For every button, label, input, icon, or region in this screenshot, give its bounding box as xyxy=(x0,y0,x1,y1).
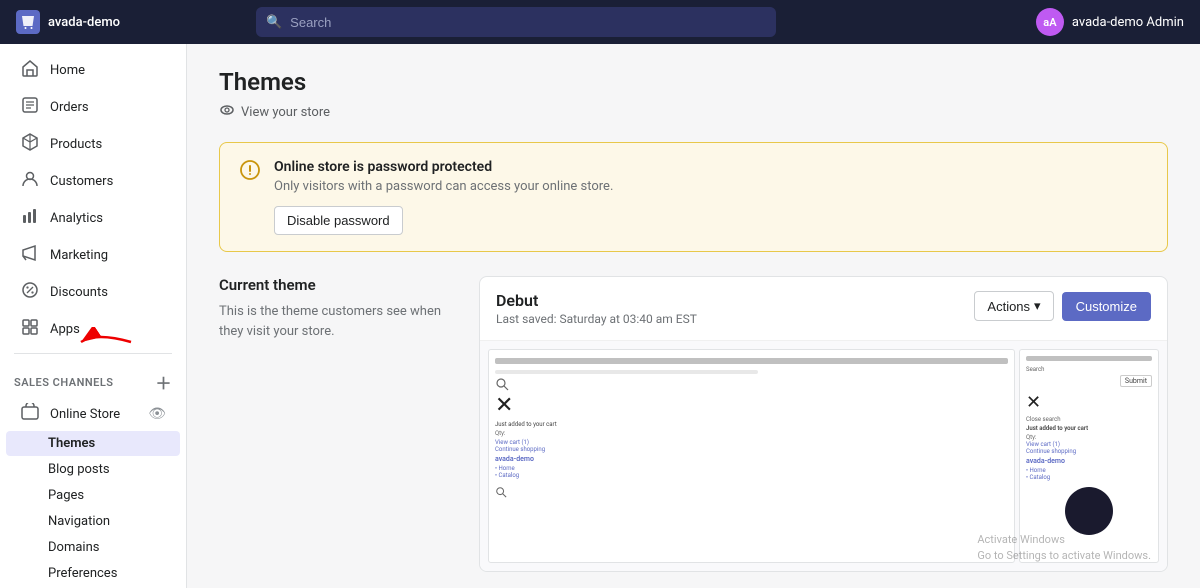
sidebar-subitem-navigation[interactable]: Navigation xyxy=(6,509,180,534)
sales-channels-section: Sales Channels ＋ xyxy=(0,360,186,398)
search-icon-preview2 xyxy=(495,486,507,498)
online-store-label: Online Store xyxy=(50,407,120,422)
theme-preview: ✕ Just added to your cart Qty: View cart… xyxy=(480,341,1167,571)
sidebar-subitem-preferences[interactable]: Preferences xyxy=(6,561,180,586)
sidebar-subitem-pages[interactable]: Pages xyxy=(6,483,180,508)
user-name: avada-demo Admin xyxy=(1072,15,1184,30)
online-store-label-row: Online Store xyxy=(20,403,120,425)
windows-watermark: Activate Windows Go to Settings to activ… xyxy=(977,532,1151,563)
current-theme-info: Current theme This is the theme customer… xyxy=(219,276,479,572)
top-navigation: avada-demo 🔍 aA avada-demo Admin xyxy=(0,0,1200,44)
main-layout: Home Orders Products xyxy=(0,44,1200,588)
sidebar-label-analytics: Analytics xyxy=(50,211,103,226)
analytics-icon xyxy=(20,207,40,229)
page-title: Themes xyxy=(219,68,1168,96)
banner-title: Online store is password protected xyxy=(274,159,613,175)
sidebar: Home Orders Products xyxy=(0,44,187,588)
sidebar-item-online-store[interactable]: Online Store 👁 xyxy=(6,398,180,430)
search-icon: 🔍 xyxy=(266,15,282,30)
sidebar-item-discounts[interactable]: Discounts xyxy=(6,274,180,310)
apps-icon xyxy=(20,318,40,340)
sidebar-divider xyxy=(14,353,172,354)
theme-card: Debut Last saved: Saturday at 03:40 am E… xyxy=(479,276,1168,572)
sidebar-label-discounts: Discounts xyxy=(50,285,108,300)
theme-card-header: Debut Last saved: Saturday at 03:40 am E… xyxy=(480,277,1167,341)
sidebar-subitem-domains[interactable]: Domains xyxy=(6,535,180,560)
close-icon-preview2: ✕ xyxy=(1020,389,1158,416)
subitem-label-domains: Domains xyxy=(48,540,99,555)
banner-content: Online store is password protected Only … xyxy=(274,159,613,235)
sidebar-item-products[interactable]: Products xyxy=(6,126,180,162)
sidebar-label-customers: Customers xyxy=(50,174,113,189)
store-name: avada-demo xyxy=(48,15,120,30)
view-online-store-icon[interactable]: 👁 xyxy=(148,406,166,422)
search-icon-preview xyxy=(495,377,509,391)
sidebar-item-orders[interactable]: Orders xyxy=(6,89,180,125)
current-theme-description: This is the theme customers see when the… xyxy=(219,302,455,341)
marketing-icon xyxy=(20,244,40,266)
store-icon xyxy=(16,10,40,34)
preview-right-panel: Search Submit ✕ Close search Just added … xyxy=(1019,349,1159,563)
brand-link-preview: avada-demo xyxy=(489,453,1014,465)
theme-info: Debut Last saved: Saturday at 03:40 am E… xyxy=(496,291,697,326)
themes-section: Current theme This is the theme customer… xyxy=(219,276,1168,572)
sidebar-label-home: Home xyxy=(50,63,85,78)
subitem-label-pages: Pages xyxy=(48,488,84,503)
sidebar-label-orders: Orders xyxy=(50,100,89,115)
sidebar-subitem-themes[interactable]: Themes xyxy=(6,431,180,456)
home-icon xyxy=(20,59,40,81)
password-banner: Online store is password protected Only … xyxy=(219,142,1168,252)
main-content: Themes View your store Online store is xyxy=(187,44,1200,588)
search-input[interactable] xyxy=(290,15,766,30)
products-icon xyxy=(20,133,40,155)
theme-name: Debut xyxy=(496,291,697,310)
sidebar-item-apps[interactable]: Apps xyxy=(6,311,180,347)
sidebar-label-apps: Apps xyxy=(50,322,80,337)
disable-password-button[interactable]: Disable password xyxy=(274,206,403,235)
orders-icon xyxy=(20,96,40,118)
subitem-label-navigation: Navigation xyxy=(48,514,110,529)
user-badge[interactable]: aA avada-demo Admin xyxy=(1036,8,1184,36)
customers-icon xyxy=(20,170,40,192)
banner-description: Only visitors with a password can access… xyxy=(274,179,613,194)
avatar: aA xyxy=(1036,8,1064,36)
search-bar[interactable]: 🔍 xyxy=(256,7,776,37)
store-badge[interactable]: avada-demo xyxy=(16,10,120,34)
view-store-label: View your store xyxy=(241,105,330,120)
subitem-label-blog-posts: Blog posts xyxy=(48,462,110,477)
add-sales-channel-button[interactable]: ＋ xyxy=(155,370,172,394)
close-icon-preview: ✕ xyxy=(489,391,1014,421)
theme-saved: Last saved: Saturday at 03:40 am EST xyxy=(496,312,697,326)
sidebar-label-products: Products xyxy=(50,137,102,152)
actions-button[interactable]: Actions ▾ xyxy=(974,291,1053,321)
subitem-label-themes: Themes xyxy=(48,436,95,451)
sidebar-item-home[interactable]: Home xyxy=(6,52,180,88)
theme-actions: Actions ▾ Customize xyxy=(974,291,1151,321)
sidebar-item-customers[interactable]: Customers xyxy=(6,163,180,199)
discounts-icon xyxy=(20,281,40,303)
view-store-link[interactable]: View your store xyxy=(219,102,1168,122)
subitem-label-preferences: Preferences xyxy=(48,566,117,581)
preview-left-panel: ✕ Just added to your cart Qty: View cart… xyxy=(488,349,1015,563)
view-store-icon xyxy=(219,102,235,122)
sidebar-item-marketing[interactable]: Marketing xyxy=(6,237,180,273)
chevron-down-icon: ▾ xyxy=(1034,298,1041,314)
sidebar-subitem-blog-posts[interactable]: Blog posts xyxy=(6,457,180,482)
sidebar-label-marketing: Marketing xyxy=(50,248,108,263)
online-store-icon xyxy=(20,403,40,425)
warning-icon xyxy=(240,160,260,185)
sidebar-item-analytics[interactable]: Analytics xyxy=(6,200,180,236)
current-theme-heading: Current theme xyxy=(219,276,455,294)
customize-button[interactable]: Customize xyxy=(1062,292,1151,321)
